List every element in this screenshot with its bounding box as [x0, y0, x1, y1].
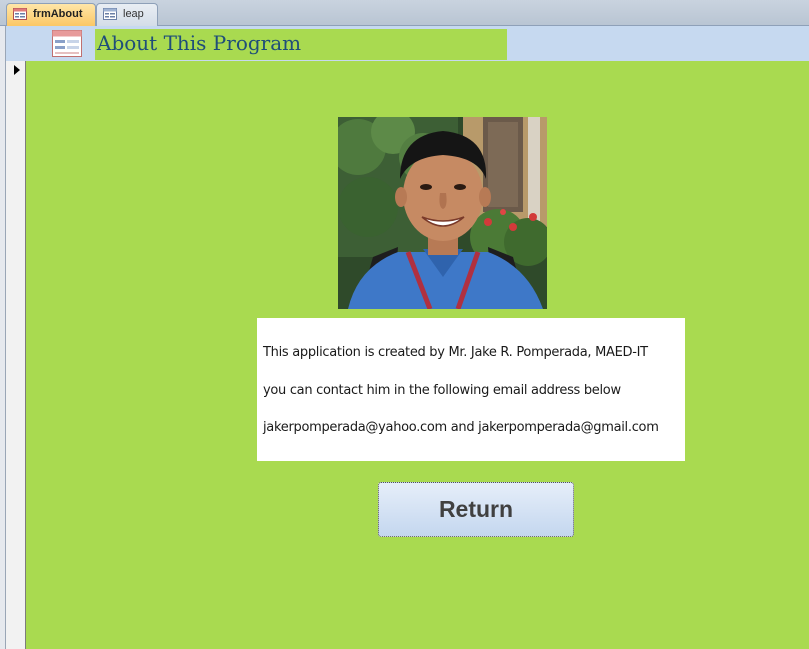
- info-line-author: This application is created by Mr. Jake …: [263, 345, 648, 360]
- tab-label: leap: [123, 8, 144, 20]
- page-title: About This Program: [97, 31, 302, 55]
- access-form-window: frmAbout leap About This Program This ap…: [0, 0, 809, 649]
- current-record-arrow-icon: [14, 65, 20, 75]
- tab-leap[interactable]: leap: [96, 3, 158, 26]
- form-detail-section: This application is created by Mr. Jake …: [26, 61, 809, 649]
- about-info-box: This application is created by Mr. Jake …: [257, 318, 685, 461]
- record-selector[interactable]: [6, 61, 26, 649]
- info-line-emails: jakerpomperada@yahoo.com and jakerpomper…: [263, 420, 659, 435]
- info-line-contact: you can contact him in the following ema…: [263, 383, 621, 398]
- form-header: About This Program: [6, 26, 809, 61]
- title-label-box: About This Program: [95, 29, 507, 60]
- tab-label: frmAbout: [33, 8, 83, 20]
- form-icon: [103, 8, 117, 20]
- form-icon: [52, 30, 82, 57]
- tab-frmabout[interactable]: frmAbout: [6, 3, 96, 26]
- form-icon: [13, 8, 27, 20]
- document-tab-strip: frmAbout leap: [0, 0, 809, 26]
- author-photo: [338, 117, 547, 309]
- return-button[interactable]: Return: [378, 482, 574, 537]
